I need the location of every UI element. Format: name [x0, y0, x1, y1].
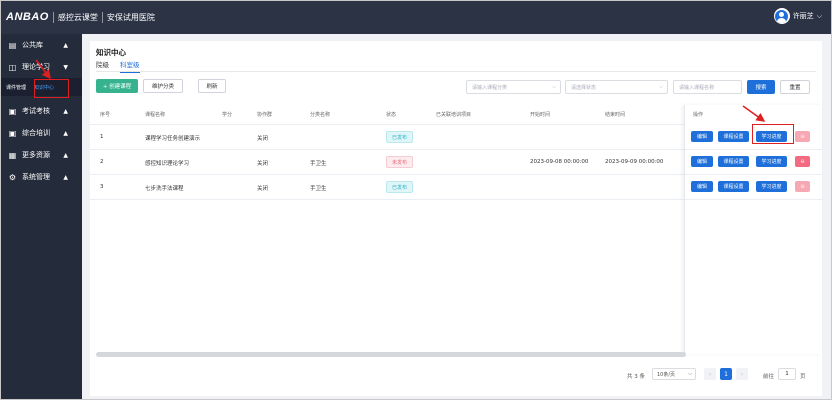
- annotation-arrows: [35, 59, 766, 122]
- annotation-arrow: [742, 105, 766, 122]
- annotation-arrow: [35, 59, 51, 80]
